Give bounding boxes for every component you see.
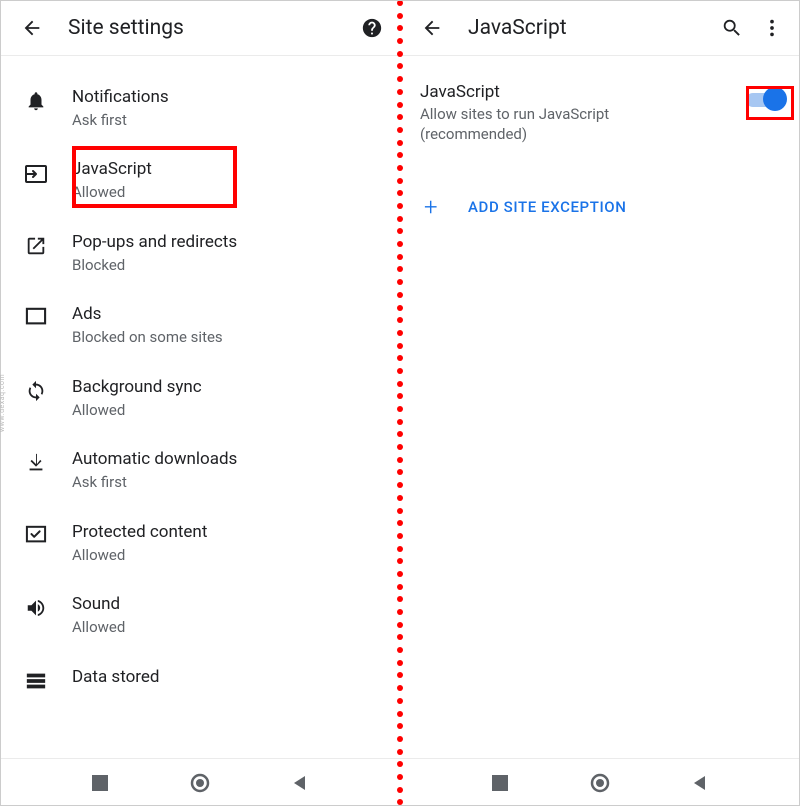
nav-home-button[interactable] bbox=[180, 763, 220, 803]
row-title: Data stored bbox=[72, 666, 384, 689]
row-subtitle: Blocked on some sites bbox=[72, 328, 384, 348]
nav-home-button[interactable] bbox=[580, 763, 620, 803]
row-title: JavaScript bbox=[72, 158, 384, 181]
row-title: Ads bbox=[72, 303, 384, 326]
circle-icon bbox=[190, 773, 210, 793]
row-title: Sound bbox=[72, 593, 384, 616]
help-icon bbox=[361, 17, 383, 39]
back-arrow-icon bbox=[421, 17, 443, 39]
row-background-sync[interactable]: Background sync Allowed bbox=[0, 362, 400, 434]
toggle-thumb bbox=[763, 87, 787, 111]
rect-icon bbox=[25, 307, 47, 327]
row-subtitle: Allowed bbox=[72, 618, 384, 638]
android-navbar-left bbox=[0, 758, 400, 806]
add-site-exception-button[interactable]: + ADD SITE EXCEPTION bbox=[400, 177, 800, 237]
bell-icon bbox=[25, 90, 47, 112]
nav-back-button[interactable] bbox=[280, 763, 320, 803]
row-notifications[interactable]: Notifications Ask first bbox=[0, 72, 400, 144]
setting-title: JavaScript bbox=[420, 82, 746, 102]
sound-icon bbox=[25, 597, 47, 619]
download-icon bbox=[25, 452, 47, 474]
open-new-icon bbox=[25, 235, 47, 257]
row-title: Automatic downloads bbox=[72, 448, 384, 471]
help-button[interactable] bbox=[352, 8, 392, 48]
site-settings-panel: Site settings Notifications Ask first bbox=[0, 0, 400, 806]
overflow-menu-button[interactable] bbox=[752, 8, 792, 48]
row-subtitle: Ask first bbox=[72, 473, 384, 493]
row-data-stored[interactable]: Data stored bbox=[0, 652, 400, 706]
add-exception-label: ADD SITE EXCEPTION bbox=[468, 198, 627, 216]
settings-list: Notifications Ask first JavaScript Allow… bbox=[0, 56, 400, 758]
row-popups[interactable]: Pop-ups and redirects Blocked bbox=[0, 217, 400, 289]
setting-subtitle-2: (recommended) bbox=[420, 124, 746, 144]
row-title: Background sync bbox=[72, 376, 384, 399]
storage-icon bbox=[25, 670, 47, 692]
more-vert-icon bbox=[761, 17, 783, 39]
plus-icon: + bbox=[424, 193, 468, 221]
page-title-right: JavaScript bbox=[452, 16, 712, 40]
header-right: JavaScript bbox=[400, 0, 800, 56]
nav-recent-button[interactable] bbox=[80, 763, 120, 803]
header-left: Site settings bbox=[0, 0, 400, 56]
nav-recent-button[interactable] bbox=[480, 763, 520, 803]
javascript-panel: JavaScript JavaScript Allow sites to run… bbox=[400, 0, 800, 806]
javascript-toggle-row[interactable]: JavaScript Allow sites to run JavaScript… bbox=[400, 74, 800, 161]
square-icon bbox=[492, 775, 508, 791]
back-button[interactable] bbox=[412, 8, 452, 48]
square-icon bbox=[92, 775, 108, 791]
circle-icon bbox=[590, 773, 610, 793]
row-ads[interactable]: Ads Blocked on some sites bbox=[0, 289, 400, 361]
row-subtitle: Blocked bbox=[72, 256, 384, 276]
row-title: Protected content bbox=[72, 521, 384, 544]
row-protected-content[interactable]: Protected content Allowed bbox=[0, 507, 400, 579]
android-navbar-right bbox=[400, 758, 800, 806]
nav-back-button[interactable] bbox=[680, 763, 720, 803]
search-button[interactable] bbox=[712, 8, 752, 48]
row-automatic-downloads[interactable]: Automatic downloads Ask first bbox=[0, 434, 400, 506]
row-javascript[interactable]: JavaScript Allowed bbox=[0, 144, 400, 216]
page-title-left: Site settings bbox=[52, 16, 352, 40]
triangle-back-icon bbox=[691, 774, 709, 792]
input-arrow-icon bbox=[24, 162, 48, 186]
setting-subtitle-1: Allow sites to run JavaScript bbox=[420, 104, 746, 124]
back-arrow-icon bbox=[21, 17, 43, 39]
back-button[interactable] bbox=[12, 8, 52, 48]
javascript-toggle[interactable] bbox=[746, 88, 784, 110]
row-sound[interactable]: Sound Allowed bbox=[0, 579, 400, 651]
search-icon bbox=[721, 17, 743, 39]
triangle-back-icon bbox=[291, 774, 309, 792]
check-rect-icon bbox=[25, 525, 47, 545]
sync-icon bbox=[25, 380, 47, 402]
watermark: www.dexaq.com bbox=[0, 374, 6, 432]
row-subtitle: Allowed bbox=[72, 183, 384, 203]
row-subtitle: Allowed bbox=[72, 546, 384, 566]
row-subtitle: Ask first bbox=[72, 111, 384, 131]
row-title: Notifications bbox=[72, 86, 384, 109]
javascript-content: JavaScript Allow sites to run JavaScript… bbox=[400, 56, 800, 237]
row-title: Pop-ups and redirects bbox=[72, 231, 384, 254]
row-subtitle: Allowed bbox=[72, 401, 384, 421]
